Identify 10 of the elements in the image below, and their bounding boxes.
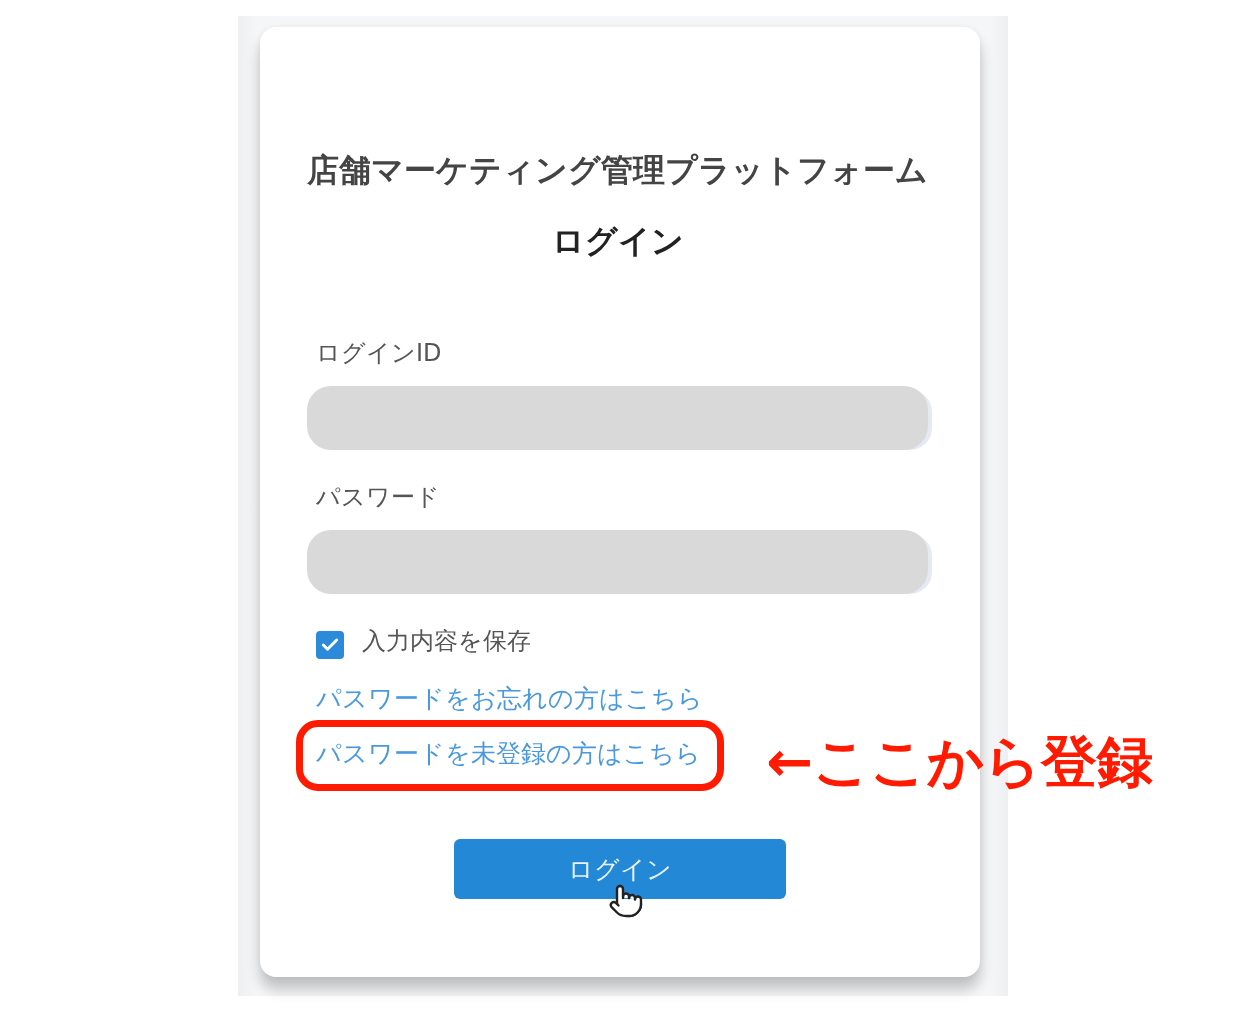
annotation-text: ←ここから登録 — [766, 729, 1153, 795]
login-button[interactable]: ログイン — [453, 839, 786, 899]
checkbox[interactable] — [316, 631, 344, 659]
field-label: ログインID — [316, 339, 442, 367]
app-title: 店舗マーケティング管理プラットフォーム — [307, 150, 928, 191]
field-label: パスワード — [316, 483, 440, 511]
text-link[interactable]: パスワードを未登録の方はこちら — [316, 739, 701, 768]
text-link[interactable]: パスワードをお忘れの方はこちら — [316, 684, 703, 714]
login-heading: ログイン — [551, 221, 684, 261]
checkbox-label: 入力内容を保存 — [362, 627, 531, 655]
